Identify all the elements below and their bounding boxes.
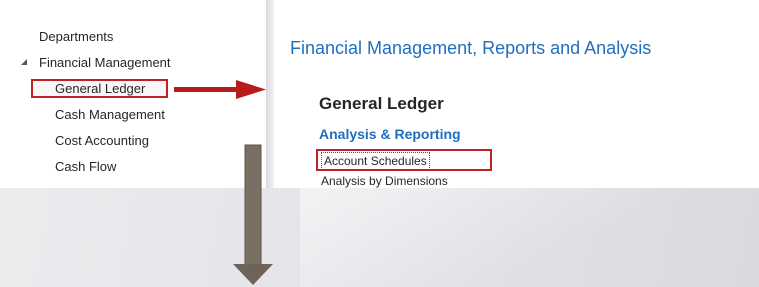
annotation-arrows [174,80,273,285]
red-arrow-right-icon [174,80,266,99]
gray-arrow-down-icon [233,144,273,285]
